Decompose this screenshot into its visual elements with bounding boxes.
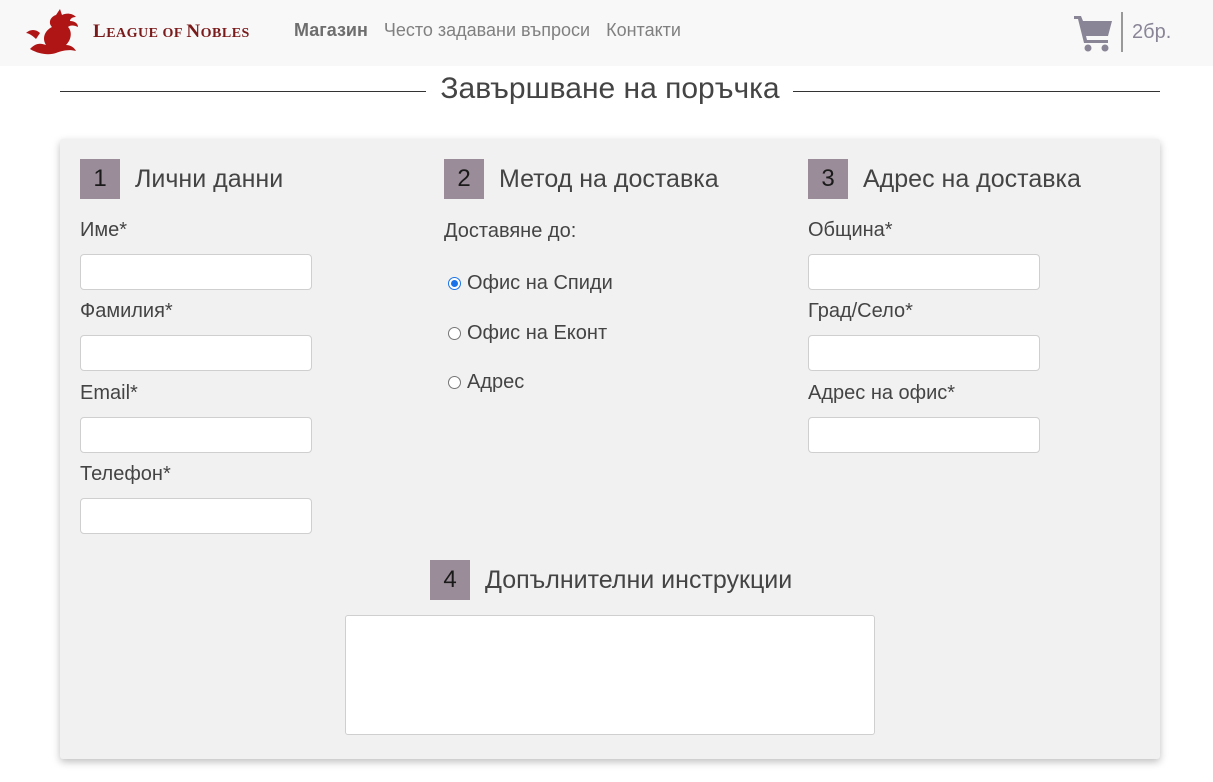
heading-divider-left xyxy=(60,91,426,92)
section-delivery-header: 2 Метод на доставка xyxy=(444,159,719,199)
cart-count[interactable]: 2бр. xyxy=(1132,21,1171,44)
checkout-form-panel: 1 Лични данни Име* Фамилия* Email* Телеф… xyxy=(60,139,1160,759)
phone-input[interactable] xyxy=(80,498,312,534)
step-number-3: 3 xyxy=(808,159,848,199)
section-address-title: Адрес на доставка xyxy=(863,164,1081,193)
delivery-option-speedy-label: Офис на Спиди xyxy=(467,272,613,294)
first-name-input[interactable] xyxy=(80,254,312,290)
section-personal-title: Лични данни xyxy=(135,164,284,193)
office-address-label: Адрес на офис* xyxy=(808,382,956,404)
instructions-textarea[interactable] xyxy=(345,615,875,735)
dragon-icon xyxy=(26,9,78,55)
delivery-option-econt-label: Офис на Еконт xyxy=(467,322,608,344)
delivery-option-address-label: Адрес xyxy=(467,371,525,393)
section-address-header: 3 Адрес на доставка xyxy=(808,159,1081,199)
cart-button[interactable] xyxy=(1074,12,1114,54)
delivery-prompt: Доставяне до: xyxy=(444,220,577,242)
delivery-option-speedy[interactable]: Офис на Спиди xyxy=(448,272,613,295)
office-address-input[interactable] xyxy=(808,417,1040,453)
shopping-cart-icon xyxy=(1074,16,1112,52)
section-instructions-title: Допълнителни инструкции xyxy=(485,565,793,594)
nav-link-faq[interactable]: Често задавани въпроси xyxy=(384,20,590,41)
phone-label: Телефон* xyxy=(80,463,171,485)
section-delivery-title: Метод на доставка xyxy=(499,164,719,193)
delivery-option-address[interactable]: Адрес xyxy=(448,371,524,394)
email-input[interactable] xyxy=(80,417,312,453)
nav-link-contacts[interactable]: Контакти xyxy=(606,20,681,41)
city-label: Град/Село* xyxy=(808,300,913,322)
step-number-2: 2 xyxy=(444,159,484,199)
city-input[interactable] xyxy=(808,335,1040,371)
first-name-label: Име* xyxy=(80,219,128,241)
last-name-input[interactable] xyxy=(80,335,312,371)
nav-link-shop[interactable]: Магазин xyxy=(294,20,368,41)
step-number-4: 4 xyxy=(430,560,470,600)
brand-name: LEAGUE OF NOBLES xyxy=(93,21,250,42)
section-instructions-header: 4 Допълнителни инструкции xyxy=(430,560,792,600)
email-label: Email* xyxy=(80,382,138,404)
cart-divider xyxy=(1121,12,1123,52)
radio-econt[interactable] xyxy=(448,327,461,340)
radio-address[interactable] xyxy=(448,376,461,389)
last-name-label: Фамилия* xyxy=(80,300,173,322)
main-nav: Магазин Често задавани въпроси Контакти xyxy=(294,20,697,41)
delivery-option-econt[interactable]: Офис на Еконт xyxy=(448,322,607,345)
municipality-label: Община* xyxy=(808,219,893,241)
heading-divider-right xyxy=(793,91,1160,92)
municipality-input[interactable] xyxy=(808,254,1040,290)
radio-speedy[interactable] xyxy=(448,277,461,290)
navbar: LEAGUE OF NOBLES Магазин Често задавани … xyxy=(0,0,1213,66)
section-personal-header: 1 Лични данни xyxy=(80,159,283,199)
page-heading: Завършване на поръчка xyxy=(60,72,1160,112)
page-title: Завършване на поръчка xyxy=(440,72,780,105)
step-number-1: 1 xyxy=(80,159,120,199)
